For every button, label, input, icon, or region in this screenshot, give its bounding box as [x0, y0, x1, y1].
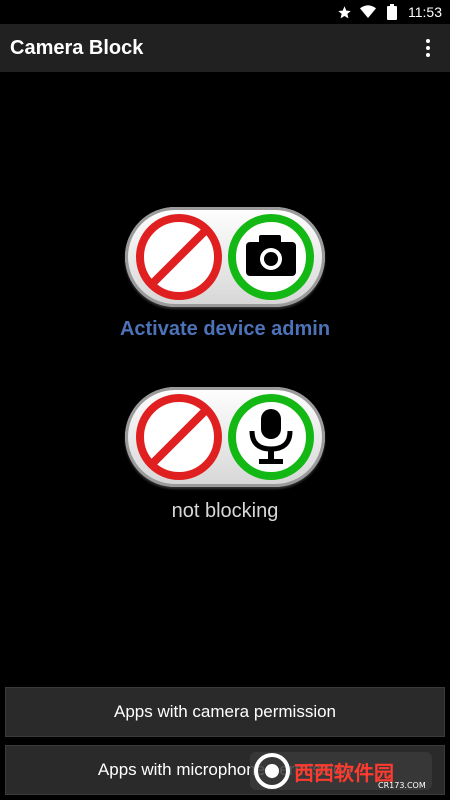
mic-toggle-graphic — [136, 394, 314, 480]
prohibited-icon — [136, 394, 222, 480]
overflow-menu-icon-dot — [426, 39, 430, 43]
apps-with-camera-permission-button[interactable]: Apps with camera permission — [5, 687, 445, 737]
clock: 11:53 — [408, 4, 442, 20]
camera-toggle-graphic — [136, 214, 314, 300]
overflow-menu-icon-dot — [426, 53, 430, 57]
wifi-icon — [360, 4, 376, 20]
microphone-block-status: not blocking — [171, 500, 279, 522]
screen: 11:53 Camera Block Activate device admin… — [0, 0, 450, 800]
camera-block-toggle[interactable] — [125, 207, 325, 307]
app-bar: Camera Block — [0, 24, 450, 72]
prohibited-icon — [136, 214, 222, 300]
star-icon — [336, 4, 352, 20]
overflow-menu-icon-dot — [426, 46, 430, 50]
watermark-logo: 西西软件园 CR173.COM — [250, 748, 432, 794]
battery-icon — [384, 4, 400, 20]
overflow-menu-button[interactable] — [416, 28, 440, 68]
microphone-block-toggle[interactable] — [125, 387, 325, 487]
activate-device-admin-link[interactable]: Activate device admin — [0, 318, 450, 341]
camera-icon — [228, 214, 314, 300]
watermark-site-text: CR173.COM — [378, 781, 426, 790]
app-title: Camera Block — [10, 36, 144, 59]
microphone-icon — [228, 394, 314, 480]
status-bar: 11:53 — [0, 0, 450, 24]
